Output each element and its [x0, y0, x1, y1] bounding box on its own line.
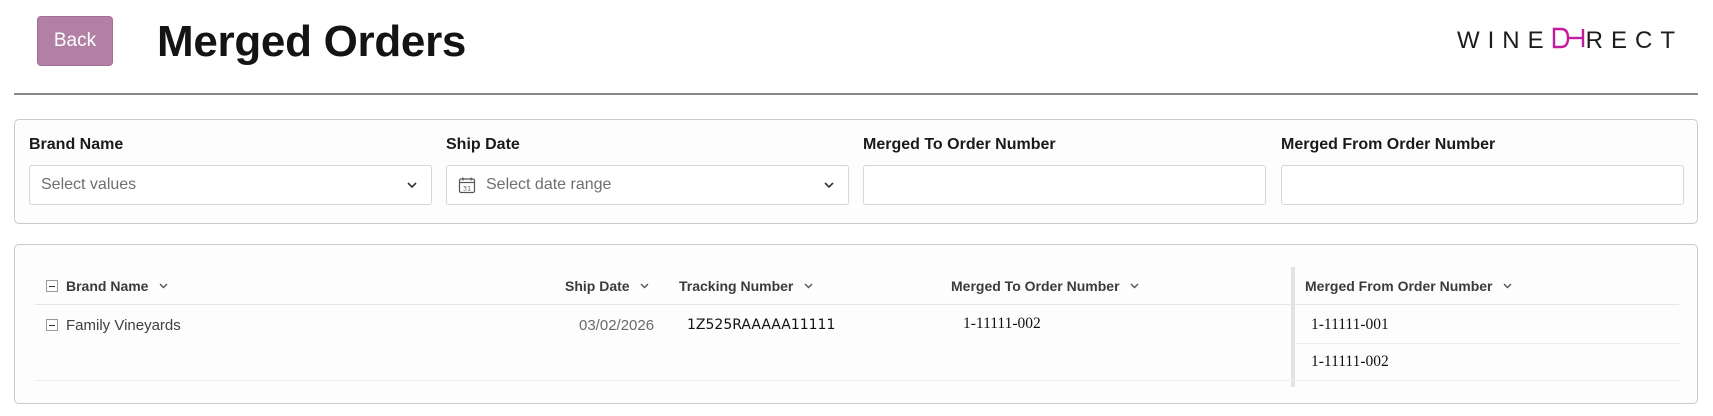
brand-name-select[interactable]: Select values: [29, 165, 432, 205]
column-header-tracking-number[interactable]: Tracking Number: [679, 267, 815, 305]
svg-text:31: 31: [463, 185, 471, 193]
column-header-merged-from[interactable]: Merged From Order Number: [1305, 267, 1514, 305]
cell-brand-name: Family Vineyards: [66, 316, 181, 334]
top-bar: Back Merged Orders WINE RECT: [0, 0, 1713, 95]
back-button[interactable]: Back: [37, 16, 113, 66]
select-placeholder: Select values: [41, 176, 137, 193]
filter-label: Brand Name: [29, 136, 124, 153]
filter-merged-from: Merged From Order Number: [1281, 120, 1684, 225]
winedirect-logo: WINE RECT: [1457, 24, 1683, 58]
cell-merged-from: 1-11111-001: [1311, 316, 1389, 333]
filter-brand-name: Brand Name Select values: [29, 120, 432, 225]
column-header-label: Ship Date: [565, 278, 630, 294]
collapse-all-toggle[interactable]: [46, 280, 58, 292]
chevron-down-icon: [822, 178, 836, 192]
column-header-label: Merged From Order Number: [1305, 278, 1493, 294]
filter-label: Ship Date: [446, 136, 520, 153]
chevron-down-icon: [1128, 279, 1142, 293]
header-divider: [14, 93, 1698, 95]
chevron-down-icon: [1500, 279, 1514, 293]
chevron-down-icon: [405, 178, 419, 192]
filter-panel: Brand Name Select values Ship Date 31 Se…: [14, 119, 1698, 224]
column-header-brand-name[interactable]: Brand Name: [46, 267, 170, 305]
cell-ship-date: 03/02/2026: [579, 316, 655, 334]
table-row-group[interactable]: Family Vineyards: [46, 307, 181, 343]
filter-label: Merged To Order Number: [863, 136, 1056, 153]
date-range-placeholder: Select date range: [486, 176, 612, 193]
filter-label: Merged From Order Number: [1281, 136, 1496, 153]
chevron-down-icon: [801, 279, 815, 293]
cell-tracking-number: 1Z525RAAAAA11111: [687, 317, 836, 333]
column-header-label: Merged To Order Number: [951, 278, 1120, 294]
logo-dh-icon: [1552, 27, 1584, 48]
page-title: Merged Orders: [157, 17, 467, 66]
merged-orders-grid: Brand Name Ship Date Tracking Number Mer…: [14, 244, 1698, 404]
column-header-merged-to[interactable]: Merged To Order Number: [951, 267, 1142, 305]
merged-from-order-input[interactable]: [1281, 165, 1684, 205]
collapse-row-toggle[interactable]: [46, 319, 58, 331]
pinned-column-divider: [1291, 267, 1295, 387]
chevron-down-icon: [156, 279, 170, 293]
cell-merged-to: 1-11111-002: [963, 315, 1041, 332]
filter-merged-to: Merged To Order Number: [863, 120, 1266, 225]
column-header-label: Brand Name: [66, 278, 149, 294]
logo-text-left: WINE: [1456, 27, 1552, 54]
filter-ship-date: Ship Date 31 Select date range: [446, 120, 849, 225]
column-header-ship-date[interactable]: Ship Date: [565, 267, 652, 305]
grid-header-row: Brand Name Ship Date Tracking Number Mer…: [35, 267, 1679, 305]
merged-to-order-input[interactable]: [863, 165, 1266, 205]
column-header-label: Tracking Number: [679, 278, 794, 294]
cell-merged-from: 1-11111-002: [1311, 353, 1389, 370]
logo-mark: [1552, 27, 1586, 56]
logo-text-right: RECT: [1585, 27, 1683, 54]
calendar-icon: 31: [458, 176, 476, 194]
ship-date-range-picker[interactable]: 31 Select date range: [446, 165, 849, 205]
row-divider: [35, 380, 1679, 381]
chevron-down-icon: [638, 279, 652, 293]
